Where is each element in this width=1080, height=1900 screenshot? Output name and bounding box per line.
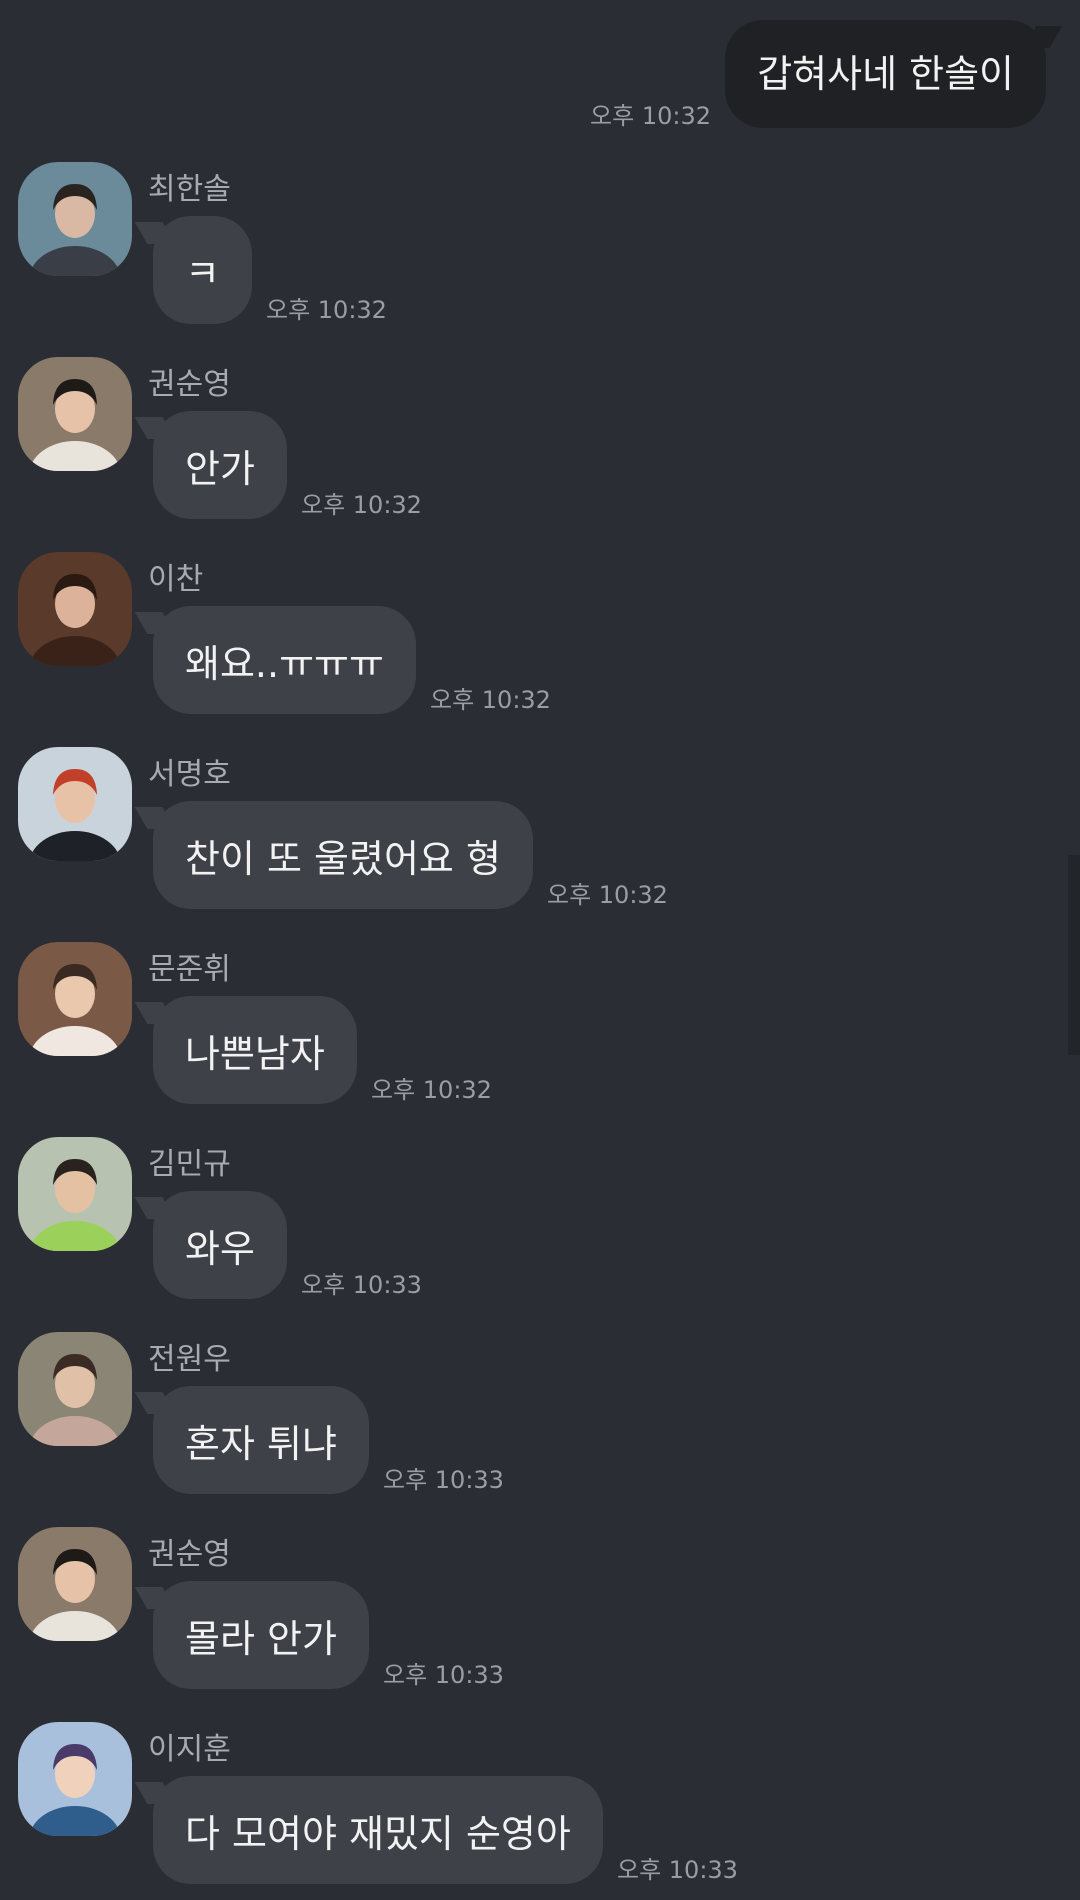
message-text: 와우: [185, 1226, 255, 1271]
avatar-seo-myungho-profile-photo[interactable]: [18, 747, 132, 861]
sender-name: 김민규: [148, 1147, 231, 1182]
message-timestamp: 오후 10:32: [371, 1076, 492, 1104]
outgoing-bubble[interactable]: 갑혀사네 한솔이: [725, 20, 1046, 128]
message-bubble[interactable]: 왜요..ㅠㅠㅠ: [153, 606, 416, 714]
message-bubble[interactable]: 다 모여야 재밌지 순영아: [153, 1776, 603, 1884]
sender-name: 권순영: [148, 367, 231, 402]
message-text: 몰라 안가: [185, 1616, 337, 1661]
sender-name: 이지훈: [148, 1732, 231, 1767]
sender-name: 서명호: [148, 757, 231, 792]
message-timestamp: 오후 10:33: [383, 1661, 504, 1689]
sender-name: 문준휘: [148, 952, 231, 987]
profile-photo-icon: [18, 1332, 132, 1446]
profile-photo-icon: [18, 1137, 132, 1251]
message-text: ㅋ: [185, 251, 220, 296]
message-row: 서명호찬이 또 울렸어요 형오후 10:32: [0, 747, 1080, 937]
message-row: 문준휘나쁜남자오후 10:32: [0, 942, 1080, 1132]
message-bubble[interactable]: 와우: [153, 1191, 287, 1299]
outgoing-timestamp: 오후 10:32: [590, 102, 711, 130]
message-row: 이찬왜요..ㅠㅠㅠ 오후 10:32: [0, 552, 1080, 742]
chat-window: 갑혀사네 한솔이 오후 10:32 최한솔 ㅋ 오후 10:32 권순영 안가 오후 10…: [0, 0, 1080, 1900]
avatar-moon-junhui-profile-photo[interactable]: [18, 942, 132, 1056]
profile-photo-icon: [18, 357, 132, 471]
avatar-kim-mingyu-profile-photo[interactable]: [18, 1137, 132, 1251]
message-timestamp: 오후 10:33: [383, 1466, 504, 1494]
profile-photo-icon: [18, 942, 132, 1056]
message-row: 권순영안가오후 10:32: [0, 357, 1080, 547]
scrollbar[interactable]: [1068, 855, 1080, 1055]
message-timestamp: 오후 10:32: [430, 686, 551, 714]
message-row: 전원우혼자 튀냐오후 10:33: [0, 1332, 1080, 1522]
message-bubble[interactable]: 찬이 또 울렸어요 형: [153, 801, 533, 909]
message-bubble[interactable]: 안가: [153, 411, 287, 519]
message-timestamp: 오후 10:33: [301, 1271, 422, 1299]
avatar-lee-chan-profile-photo[interactable]: [18, 552, 132, 666]
avatar-kwon-soonyoung-profile-photo[interactable]: [18, 357, 132, 471]
avatar-lee-jihoon-profile-photo[interactable]: [18, 1722, 132, 1836]
profile-photo-icon: [18, 1527, 132, 1641]
avatar-choi-hansol-profile-photo[interactable]: [18, 162, 132, 276]
profile-photo-icon: [18, 162, 132, 276]
message-row: 김민규와우오후 10:33: [0, 1137, 1080, 1327]
message-timestamp: 오후 10:32: [266, 296, 387, 324]
message-row: 이지훈다 모여야 재밌지 순영아오후 10:33: [0, 1722, 1080, 1900]
message-text: 안가: [185, 446, 255, 491]
sender-name: 이찬: [148, 562, 204, 597]
message-text: 왜요..ㅠㅠㅠ: [185, 641, 384, 686]
message-text: 다 모여야 재밌지 순영아: [185, 1811, 571, 1856]
sender-name: 전원우: [148, 1342, 231, 1377]
message-row: 권순영몰라 안가오후 10:33: [0, 1527, 1080, 1717]
profile-photo-icon: [18, 747, 132, 861]
outgoing-text: 갑혀사네 한솔이: [757, 52, 1014, 96]
message-bubble[interactable]: 나쁜남자: [153, 996, 357, 1104]
avatar-kwon-soonyoung-profile-photo[interactable]: [18, 1527, 132, 1641]
message-text: 나쁜남자: [185, 1031, 325, 1076]
message-text: 찬이 또 울렸어요 형: [185, 836, 501, 881]
message-row: 최한솔 ㅋ 오후 10:32: [0, 162, 1080, 352]
sender-name: 권순영: [148, 1537, 231, 1572]
avatar-jeon-wonwoo-profile-photo[interactable]: [18, 1332, 132, 1446]
message-bubble[interactable]: ㅋ: [153, 216, 252, 324]
message-timestamp: 오후 10:33: [617, 1856, 738, 1884]
message-bubble[interactable]: 혼자 튀냐: [153, 1386, 369, 1494]
message-timestamp: 오후 10:32: [547, 881, 668, 909]
profile-photo-icon: [18, 552, 132, 666]
sender-name: 최한솔: [148, 172, 231, 207]
profile-photo-icon: [18, 1722, 132, 1836]
message-text: 혼자 튀냐: [185, 1421, 337, 1466]
message-bubble[interactable]: 몰라 안가: [153, 1581, 369, 1689]
message-timestamp: 오후 10:32: [301, 491, 422, 519]
